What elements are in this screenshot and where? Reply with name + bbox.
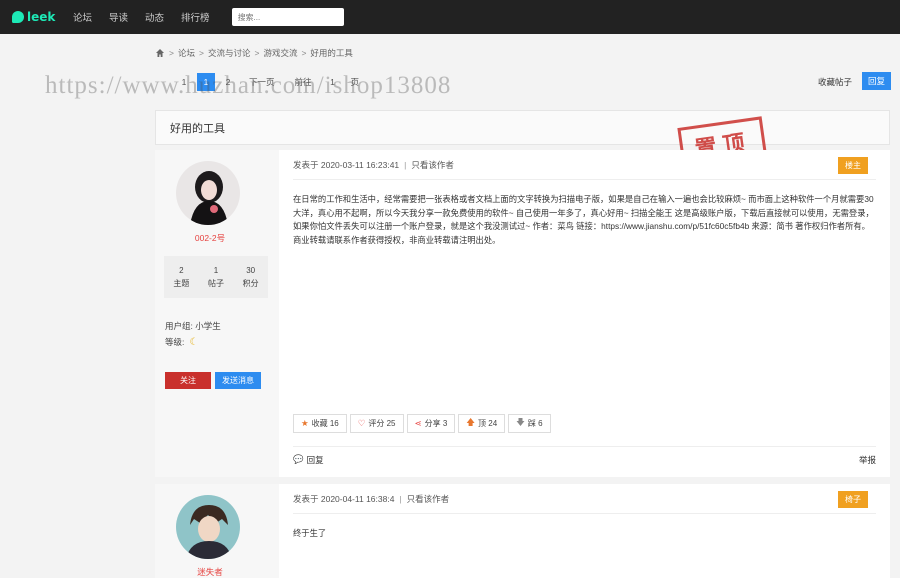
header-separator: |: [399, 493, 402, 504]
site-logo[interactable]: leek: [12, 10, 60, 24]
action-label: 收藏 16: [311, 419, 339, 428]
avatar[interactable]: [176, 161, 240, 225]
thread-title-bar: 好用的工具: [155, 110, 890, 145]
post-header: 发表于 2020-03-11 16:23:41 | 只看该作者 楼主: [293, 150, 876, 180]
action-label: 分享 3: [424, 419, 448, 428]
down-icon: 🡇: [516, 416, 525, 427]
stat-label: 主题: [173, 279, 190, 288]
downvote-action-button[interactable]: 🡇 踩 6: [508, 414, 551, 433]
author-panel: 002-2号 2 主题 1 帖子 30 积分 用户组: 小学生 等级: ☾ 关注…: [155, 150, 279, 477]
action-label: 踩 6: [527, 419, 543, 428]
follow-button[interactable]: 关注: [165, 372, 211, 389]
author-stats: 2 主题 1 帖子 30 积分: [164, 256, 268, 298]
nav-item-forum[interactable]: 论坛: [73, 10, 92, 24]
breadcrumb-separator: >: [301, 48, 307, 58]
logo-text: leek: [27, 10, 56, 24]
view-author-only-link[interactable]: 只看该作者: [407, 493, 450, 505]
post-body: 在日常的工作和生活中，经常需要把一张表格或者文档上面的文字转换为扫描电子版，如果…: [293, 194, 874, 245]
post-actions: ★ 收藏 16 ♡ 评分 25 ⋖ 分享 3 🡅 顶 24 🡇 踩 6: [293, 414, 554, 433]
rate-action-button[interactable]: ♡ 评分 25: [349, 414, 404, 433]
stat-value: 1: [213, 266, 219, 275]
breadcrumb: > 论坛 > 交流与讨论 > 游戏交流 > 好用的工具: [155, 47, 353, 59]
thumb-icon: ♡: [357, 418, 366, 428]
avatar[interactable]: [176, 495, 240, 559]
share-icon: ⋖: [414, 418, 422, 428]
star-icon: ★: [301, 418, 309, 428]
favorite-thread-link[interactable]: 收藏帖子: [818, 76, 852, 88]
breadcrumb-category[interactable]: 交流与讨论: [208, 47, 251, 59]
reply-button[interactable]: 回复: [862, 72, 891, 90]
logo-icon: [12, 11, 24, 23]
stat-label: 积分: [242, 279, 259, 288]
report-link[interactable]: 举报: [859, 454, 876, 466]
stat-posts[interactable]: 1 帖子: [208, 264, 224, 290]
breadcrumb-separator: >: [254, 48, 260, 58]
breadcrumb-board[interactable]: 游戏交流: [263, 47, 297, 59]
breadcrumb-separator: >: [198, 48, 204, 58]
view-author-only-link[interactable]: 只看该作者: [411, 159, 454, 171]
breadcrumb-separator: >: [169, 48, 174, 58]
stat-label: 帖子: [207, 279, 224, 288]
thread-title: 好用的工具: [170, 122, 225, 135]
watermark: https://www.huzhan.com/ishop13808: [45, 72, 452, 99]
header-separator: |: [404, 159, 407, 170]
nav-item-activity[interactable]: 动态: [145, 10, 164, 24]
post-content-area: 发表于 2020-03-11 16:23:41 | 只看该作者 楼主 在日常的工…: [293, 150, 876, 477]
stat-threads[interactable]: 2 主题: [173, 264, 189, 290]
post-1: 002-2号 2 主题 1 帖子 30 积分 用户组: 小学生 等级: ☾ 关注…: [155, 150, 890, 477]
send-message-button[interactable]: 发送消息: [215, 372, 261, 389]
reply-label: 回复: [306, 454, 324, 465]
level-label: 等级:: [165, 337, 185, 347]
avatar-image: [176, 495, 240, 559]
comment-icon: 💬: [293, 454, 304, 464]
post-time: 发表于 2020-03-11 16:23:41: [293, 159, 400, 170]
action-label: 顶 24: [478, 419, 498, 428]
author-panel: 迷失者: [155, 484, 279, 578]
post-content-area: 发表于 2020-04-11 16:38:4 | 只看该作者 椅子 终于生了: [293, 484, 876, 578]
breadcrumb-forum[interactable]: 论坛: [178, 47, 195, 59]
post-footer: 💬 回复 举报: [293, 446, 876, 472]
stat-value: 30: [246, 266, 256, 275]
user-level: 等级: ☾: [165, 336, 198, 348]
user-group: 用户组: 小学生: [165, 321, 221, 331]
post-body: 终于生了: [293, 528, 327, 538]
breadcrumb-current: 好用的工具: [310, 48, 353, 58]
share-action-button[interactable]: ⋖ 分享 3: [406, 414, 456, 433]
action-label: 评分 25: [368, 419, 396, 428]
home-icon[interactable]: [155, 48, 165, 58]
floor-badge: 椅子: [838, 491, 868, 508]
stat-value: 2: [179, 266, 184, 275]
author-name[interactable]: 迷失者: [155, 566, 265, 578]
avatar-image: [176, 161, 240, 225]
search-input[interactable]: [231, 8, 344, 26]
nav-item-guide[interactable]: 导读: [109, 10, 128, 24]
reply-link[interactable]: 💬 回复: [293, 454, 324, 466]
top-nav: leek 论坛 导读 动态 排行榜: [0, 0, 900, 34]
up-icon: 🡅: [466, 416, 476, 427]
author-name[interactable]: 002-2号: [155, 232, 265, 244]
favorite-action-button[interactable]: ★ 收藏 16: [293, 414, 347, 433]
upvote-action-button[interactable]: 🡅 顶 24: [458, 414, 506, 433]
stat-points[interactable]: 30 积分: [243, 264, 259, 290]
post-time: 发表于 2020-04-11 16:38:4: [293, 493, 395, 504]
floor-badge: 楼主: [838, 157, 868, 174]
moon-icon: ☾: [189, 336, 199, 348]
post-header: 发表于 2020-04-11 16:38:4 | 只看该作者 椅子: [293, 484, 876, 514]
post-2: 迷失者 发表于 2020-04-11 16:38:4 | 只看该作者 椅子 终于…: [155, 484, 890, 578]
nav-item-ranking[interactable]: 排行榜: [181, 10, 210, 24]
